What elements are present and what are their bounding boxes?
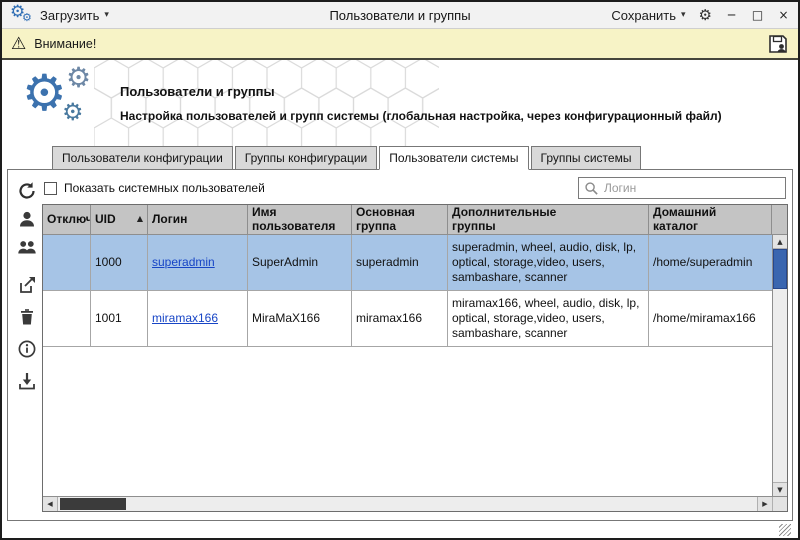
page-title: Пользователи и группы	[120, 84, 778, 99]
tab-config-groups[interactable]: Группы конфигурации	[235, 146, 377, 170]
column-header-disabled[interactable]: Отключ	[43, 205, 91, 235]
column-header-name[interactable]: Имя пользователя	[248, 205, 352, 235]
vertical-scrollbar[interactable]: ▲ ▼	[772, 235, 787, 496]
table-row[interactable]: 1001 miramax166 MiraMaX166 miramax166 mi…	[43, 291, 772, 347]
maximize-button[interactable]: □	[751, 8, 764, 22]
cell-uid: 1000	[91, 235, 148, 291]
title-bar: ⚙ ⚙ Загрузить ▾ Пользователи и группы Со…	[2, 2, 798, 29]
column-header-extra-groups[interactable]: Дополнительные группы	[448, 205, 649, 235]
resize-grip[interactable]	[779, 524, 791, 536]
warning-text: Внимание!	[34, 37, 96, 51]
gears-illustration: ⚙ ⚙ ⚙	[22, 66, 106, 138]
save-dropdown-button[interactable]: Сохранить ▾	[611, 8, 685, 23]
tab-bar: Пользователи конфигурации Группы конфигу…	[2, 146, 798, 170]
status-bar	[7, 521, 793, 538]
tab-system-users[interactable]: Пользователи системы	[379, 146, 528, 170]
users-table: Отключ UID ▲ Логин Имя пользователя Осно…	[42, 204, 788, 512]
search-icon	[584, 181, 599, 196]
groups-button[interactable]	[14, 234, 40, 260]
app-window: ⚙ ⚙ Загрузить ▾ Пользователи и группы Со…	[0, 0, 800, 540]
vertical-scrollbar-thumb[interactable]	[773, 249, 787, 289]
filter-toolbar: Показать системных пользователей	[42, 174, 788, 202]
import-button[interactable]	[14, 368, 40, 394]
column-header-primary-group[interactable]: Основная группа	[352, 205, 448, 235]
user-button[interactable]	[14, 206, 40, 232]
cell-extra-groups: superadmin, wheel, audio, disk, lp, opti…	[448, 235, 649, 291]
warning-triangle-icon: ⚠	[11, 34, 26, 54]
page-subtitle: Настройка пользователей и групп системы …	[120, 109, 778, 123]
side-toolbar	[12, 174, 42, 512]
horizontal-scrollbar-thumb[interactable]	[60, 498, 126, 510]
column-header-uid[interactable]: UID ▲	[91, 205, 148, 235]
header-filler	[772, 205, 787, 235]
trash-icon	[17, 307, 37, 327]
chevron-down-icon: ▾	[681, 10, 686, 20]
table-header: Отключ UID ▲ Логин Имя пользователя Осно…	[43, 205, 787, 235]
export-icon	[17, 275, 37, 295]
column-header-home[interactable]: Домашний каталог	[649, 205, 772, 235]
users-group-icon	[17, 237, 37, 257]
page-header: ⚙ ⚙ ⚙ Пользователи и группы Настройка по…	[2, 60, 798, 146]
chevron-down-icon: ▾	[104, 10, 109, 20]
tab-system-groups[interactable]: Группы системы	[531, 146, 642, 170]
cell-disabled	[43, 235, 91, 291]
login-link[interactable]: superadmin	[152, 255, 215, 270]
app-gears-icon: ⚙ ⚙	[10, 4, 34, 26]
cell-login: miramax166	[148, 291, 248, 347]
show-system-users-checkbox[interactable]	[44, 182, 57, 195]
delete-button[interactable]	[14, 304, 40, 330]
refresh-button[interactable]	[14, 178, 40, 204]
export-button[interactable]	[14, 272, 40, 298]
settings-gear-icon[interactable]: ⚙	[699, 6, 712, 24]
main-column: Показать системных пользователей Отключ …	[42, 174, 788, 512]
checkbox-label: Показать системных пользователей	[64, 181, 265, 195]
cell-primary-group: miramax166	[352, 291, 448, 347]
cell-name: MiraMaX166	[248, 291, 352, 347]
close-button[interactable]: ×	[777, 8, 790, 22]
cell-disabled	[43, 291, 91, 347]
floppy-user-icon	[767, 33, 789, 55]
login-link[interactable]: miramax166	[152, 311, 218, 326]
import-icon	[17, 371, 37, 391]
table-row[interactable]: 1000 superadmin SuperAdmin superadmin su…	[43, 235, 772, 291]
save-label: Сохранить	[611, 8, 676, 23]
search-input[interactable]	[604, 181, 780, 195]
tab-config-users[interactable]: Пользователи конфигурации	[52, 146, 233, 170]
load-dropdown-button[interactable]: Загрузить ▾	[40, 8, 109, 23]
info-button[interactable]	[14, 336, 40, 362]
rows-area: 1000 superadmin SuperAdmin superadmin su…	[43, 235, 772, 496]
cell-home: /home/miramax166	[649, 291, 772, 347]
scroll-up-button[interactable]: ▲	[773, 235, 787, 249]
cell-login: superadmin	[148, 235, 248, 291]
minimize-button[interactable]: ─	[725, 8, 738, 22]
save-file-button[interactable]	[767, 33, 789, 55]
scroll-left-button[interactable]: ◀	[43, 497, 58, 511]
column-header-login[interactable]: Логин	[148, 205, 248, 235]
scrollbar-corner	[772, 497, 787, 511]
tab-content-panel: Показать системных пользователей Отключ …	[7, 169, 793, 521]
search-box	[578, 177, 786, 199]
scroll-right-button[interactable]: ▶	[757, 497, 772, 511]
info-icon	[17, 339, 37, 359]
sort-asc-icon: ▲	[137, 215, 143, 224]
horizontal-scrollbar[interactable]: ◀ ▶	[43, 496, 787, 511]
user-icon	[17, 209, 37, 229]
cell-home: /home/superadmin	[649, 235, 772, 291]
warning-bar: ⚠ Внимание!	[2, 29, 798, 60]
cell-primary-group: superadmin	[352, 235, 448, 291]
load-label: Загрузить	[40, 8, 99, 23]
scroll-down-button[interactable]: ▼	[773, 482, 787, 496]
cell-uid: 1001	[91, 291, 148, 347]
refresh-icon	[17, 181, 37, 201]
table-body: 1000 superadmin SuperAdmin superadmin su…	[43, 235, 787, 496]
cell-extra-groups: miramax166, wheel, audio, disk, lp, opti…	[448, 291, 649, 347]
cell-name: SuperAdmin	[248, 235, 352, 291]
